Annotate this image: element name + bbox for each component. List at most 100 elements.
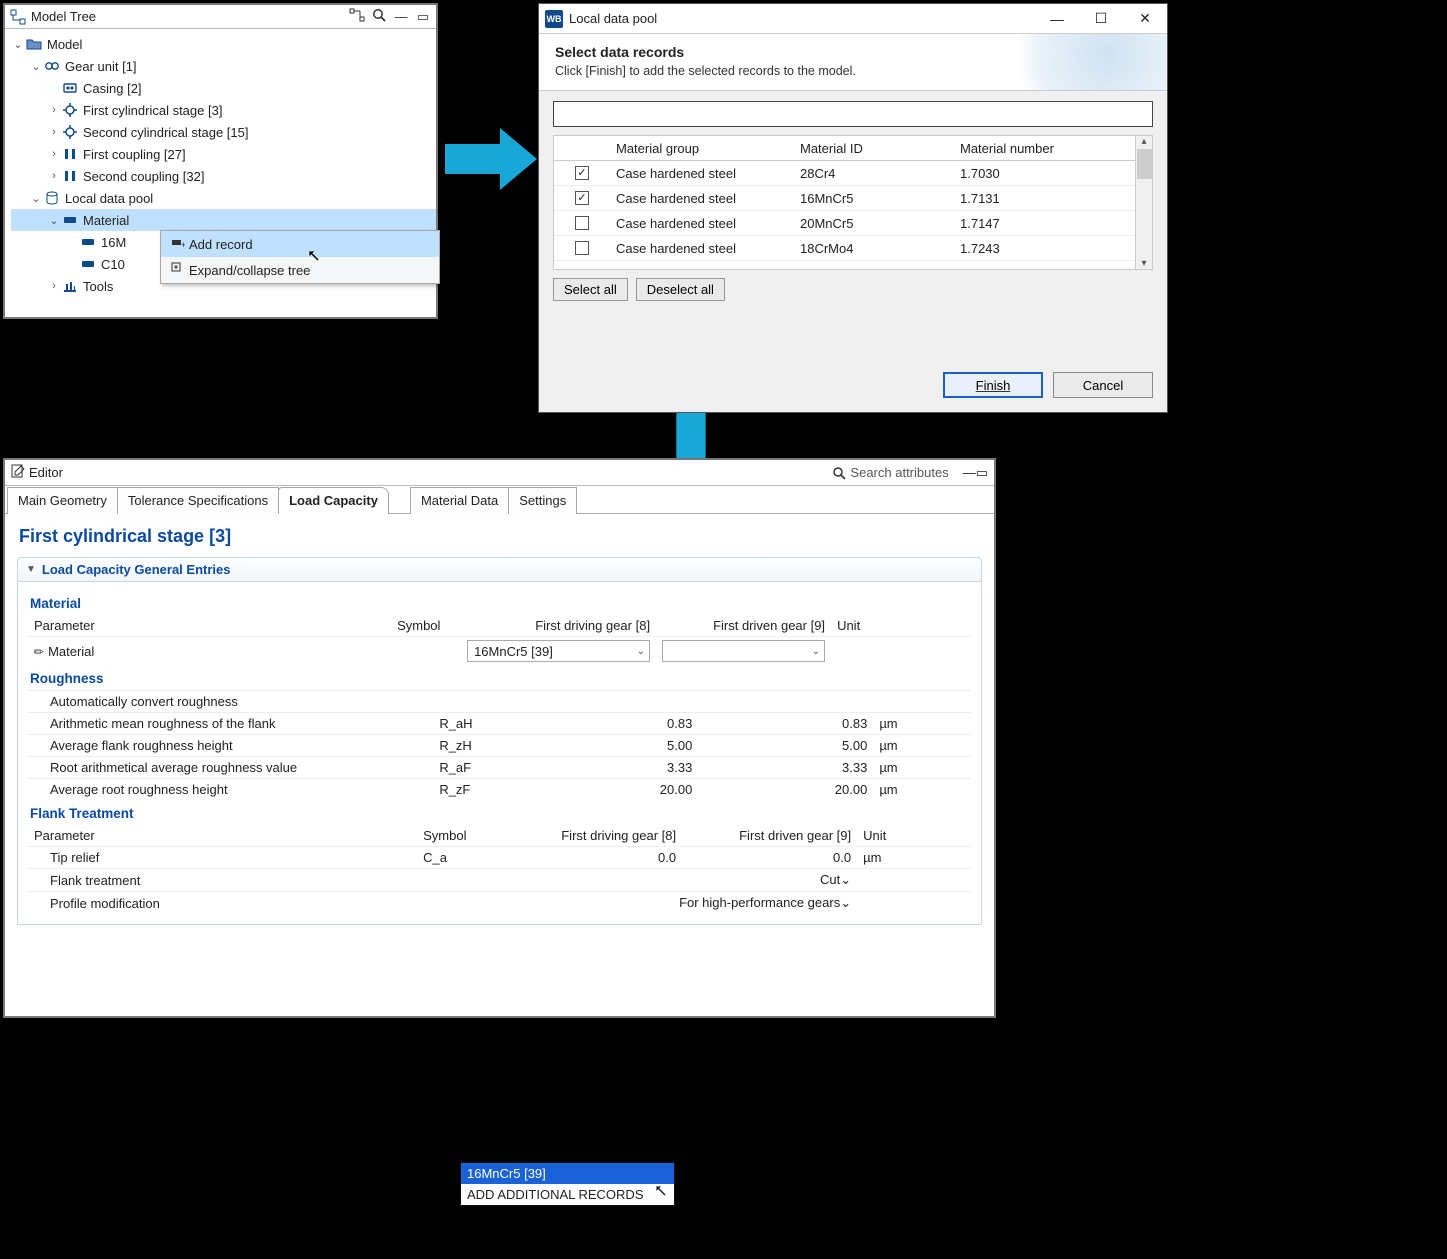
grid-row[interactable]: ✓Case hardened steel28Cr41.7030 [554, 161, 1135, 186]
search-icon[interactable] [370, 8, 388, 25]
node-label: C10 [101, 257, 125, 272]
tab-main-geometry[interactable]: Main Geometry [7, 487, 118, 514]
node-label: Tools [83, 279, 113, 294]
param-value-g2[interactable]: 20.00 [698, 779, 873, 801]
dialog-heading: Select data records [555, 44, 1151, 60]
param-value-g2[interactable]: 0.0 [682, 847, 857, 869]
maximize-button[interactable]: ☐ [1079, 4, 1123, 34]
param-value-g2[interactable]: 0.83 [698, 713, 873, 735]
section-header[interactable]: ▼Load Capacity General Entries [17, 557, 982, 582]
tree-node-stage-1[interactable]: ›First cylindrical stage [3] [11, 99, 436, 121]
scrollbar[interactable]: ▴▾ [1135, 136, 1152, 269]
model-tree-panel: Model Tree — ▭ ⌄Model ⌄Gear unit [1] Cas… [3, 3, 438, 319]
row-checkbox[interactable]: ✓ [575, 166, 589, 180]
tab-load-capacity[interactable]: Load Capacity [278, 487, 389, 514]
caret-icon[interactable]: › [47, 280, 61, 292]
tree-node-casing[interactable]: Casing [2] [11, 77, 436, 99]
col-material-id[interactable]: Material ID [800, 141, 960, 156]
row-checkbox[interactable] [575, 241, 589, 255]
tree-node-model[interactable]: ⌄Model [11, 33, 436, 55]
param-unit: µm [873, 735, 953, 757]
dialog-titlebar[interactable]: WB Local data pool — ☐ ✕ [539, 4, 1167, 34]
restore-icon[interactable]: ▭ [414, 9, 432, 25]
deselect-all-button[interactable]: Deselect all [636, 278, 725, 301]
caret-icon[interactable]: › [47, 104, 61, 116]
chevron-down-icon[interactable]: ⌄ [840, 895, 851, 911]
ctx-label: Add record [189, 237, 253, 252]
scrollbar-thumb[interactable] [1137, 149, 1152, 179]
tree-node-gear-unit[interactable]: ⌄Gear unit [1] [11, 55, 436, 77]
node-label: 16M [101, 235, 126, 250]
cursor-icon: ⭧ [1241, 22, 1253, 43]
param-row: Tip reliefC_a0.00.0µm [28, 847, 971, 869]
folder-icon [25, 36, 43, 52]
tab-settings[interactable]: Settings [508, 487, 577, 514]
grid-row[interactable]: ✓Case hardened steel16MnCr51.7131 [554, 186, 1135, 211]
tree-icon [9, 9, 27, 25]
finish-button[interactable]: Finish [943, 372, 1043, 398]
context-menu: +Add record Expand/collapse tree [160, 230, 440, 284]
tab-tolerance-spec[interactable]: Tolerance Specifications [117, 487, 279, 514]
minimize-icon[interactable]: — [392, 9, 410, 24]
caret-icon[interactable]: › [47, 170, 61, 182]
param-value-g2[interactable]: 3.33 [698, 757, 873, 779]
dialog-header: Select data records Click [Finish] to ad… [539, 34, 1167, 91]
grid-row[interactable]: Case hardened steel20MnCr51.7147 [554, 211, 1135, 236]
scroll-down-icon[interactable]: ▾ [1141, 258, 1146, 269]
param-value-g1[interactable]: 3.33 [503, 757, 698, 779]
node-label: Second cylindrical stage [15] [83, 125, 248, 140]
caret-icon[interactable]: ⌄ [29, 60, 43, 73]
minimize-button[interactable]: — [1035, 4, 1079, 34]
filter-input[interactable] [553, 101, 1153, 127]
scroll-up-icon[interactable]: ▴ [1141, 136, 1146, 147]
tree-node-stage-2[interactable]: › Second cylindrical stage [15] [11, 121, 436, 143]
select-value[interactable]: Cut [820, 872, 840, 887]
param-row: Root arithmetical average roughness valu… [28, 757, 971, 779]
param-value-g1[interactable]: 20.00 [503, 779, 698, 801]
caret-icon[interactable]: ⌄ [47, 214, 61, 227]
tree-node-materials[interactable]: ⌄Material [11, 209, 436, 231]
expand-icon [167, 262, 189, 279]
caret-icon[interactable]: › [47, 148, 61, 160]
grid-row[interactable]: Case hardened steel18CrMo41.7243 [554, 236, 1135, 261]
database-icon [43, 190, 61, 206]
select-value[interactable]: For high-performance gears [679, 895, 840, 910]
cell: Case hardened steel [610, 191, 800, 206]
select-all-button[interactable]: Select all [553, 278, 628, 301]
cancel-button[interactable]: Cancel [1053, 372, 1153, 398]
caret-icon[interactable]: › [47, 126, 61, 138]
ctx-add-record[interactable]: +Add record [161, 231, 439, 257]
minimize-icon[interactable]: — [963, 465, 976, 480]
material-select-g2[interactable]: ⌄ [662, 640, 825, 662]
param-value-g2[interactable]: 5.00 [698, 735, 873, 757]
caret-icon[interactable]: ⌄ [29, 192, 43, 205]
tab-material-data[interactable]: Material Data [410, 487, 509, 514]
tree-node-data-pool[interactable]: ⌄Local data pool [11, 187, 436, 209]
link-icon[interactable] [348, 8, 366, 25]
grid-header-row: Material group Material ID Material numb… [554, 136, 1135, 161]
col-material-number[interactable]: Material number [960, 141, 1135, 156]
material-select-g1[interactable]: 16MnCr5 [39]⌄ [467, 640, 650, 662]
search-attributes[interactable]: Search attributes [832, 465, 948, 480]
restore-icon[interactable]: ▭ [976, 465, 988, 481]
param-label: Flank treatment [28, 869, 417, 892]
cell: 16MnCr5 [800, 191, 960, 206]
select-value: 16MnCr5 [39] [474, 644, 553, 659]
row-checkbox[interactable] [575, 216, 589, 230]
tree-node-coupling-2[interactable]: ›Second coupling [32] [11, 165, 436, 187]
tree-node-coupling-1[interactable]: ›First coupling [27] [11, 143, 436, 165]
dropdown-option[interactable]: 16MnCr5 [39] [461, 1163, 674, 1184]
finish-label: Finish [976, 378, 1011, 393]
app-logo-icon: WB [545, 10, 563, 28]
param-value-g1[interactable]: 5.00 [503, 735, 698, 757]
chevron-down-icon[interactable]: ⌄ [840, 872, 851, 888]
dropdown-option-add[interactable]: ADD ADDITIONAL RECORDS [461, 1184, 674, 1205]
param-value-g1[interactable]: 0.83 [503, 713, 698, 735]
col-material-group[interactable]: Material group [610, 141, 800, 156]
ctx-expand-tree[interactable]: Expand/collapse tree [161, 257, 439, 283]
close-button[interactable]: ✕ [1123, 4, 1167, 34]
param-value-g1[interactable]: 0.0 [487, 847, 682, 869]
editor-tabs: Main Geometry Tolerance Specifications L… [5, 486, 994, 514]
row-checkbox[interactable]: ✓ [575, 191, 589, 205]
caret-icon[interactable]: ⌄ [11, 38, 25, 51]
